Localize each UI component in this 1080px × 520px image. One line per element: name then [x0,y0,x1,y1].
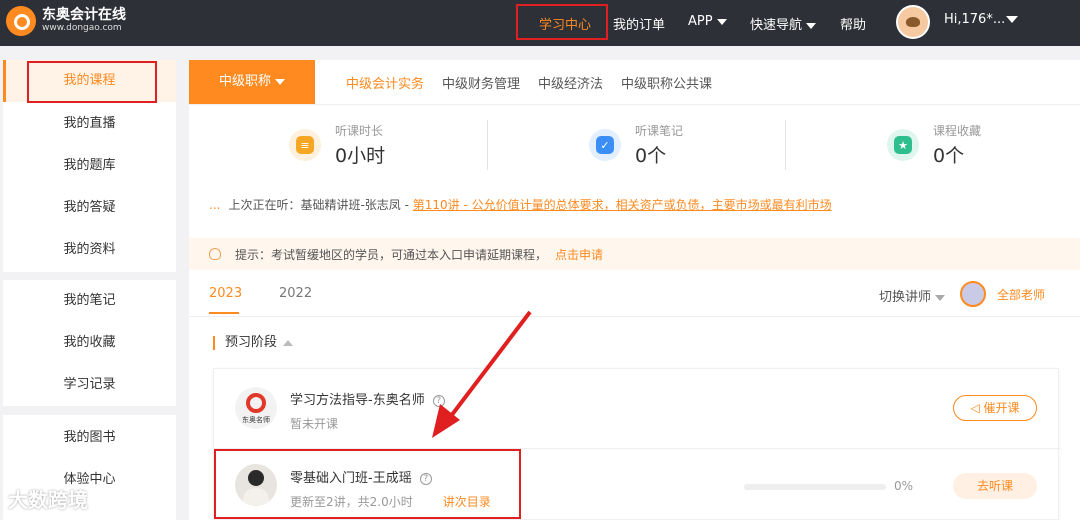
sidebar-item-my-favorites[interactable]: 我的收藏 [3,322,176,364]
course-logo: 东奥名师 [235,387,277,429]
brand-logo[interactable]: 东奥会计在线 www.dongao.com [6,6,126,36]
sidebar-item-my-live[interactable]: 我的直播 [3,103,176,145]
star-icon: ★ [894,136,912,154]
clock-icon: ≡ [296,136,314,154]
watermark-text: 大数跨境 [8,488,88,512]
apply-link[interactable]: 点击申请 [555,246,603,263]
nav-help[interactable]: 帮助 [840,14,866,33]
sidebar-group-2: 我的笔记 我的收藏 学习记录 [3,280,176,406]
switch-teacher-dropdown[interactable]: 切换讲师 [879,286,946,305]
highlight-box [516,4,608,40]
user-name[interactable]: Hi,176*... [944,12,1005,27]
nav-app[interactable]: APP [688,14,727,29]
subject-tabs: 中级会计实务 中级财务管理 中级经济法 中级职称公共课 [346,60,730,104]
top-navbar: 东奥会计在线 www.dongao.com 学习中心 我的订单 APP 快速导航… [0,0,1080,46]
sidebar-item-my-questions[interactable]: 我的题库 [3,145,176,187]
chevron-up-icon [283,339,294,346]
last-lesson-link[interactable]: 第110讲 - 公允价值计量的总体要求，相关资产或负债，主要市场或最有利市场 [413,198,832,212]
sidebar-item-my-materials[interactable]: 我的资料 [3,229,176,271]
go-listen-button[interactable]: 去听课 [953,473,1037,499]
dots-icon: ... [209,198,221,212]
course-status: 暂未开课 [290,417,339,431]
remind-open-button[interactable]: ◁ 催开课 [953,395,1037,421]
tab-financial-management[interactable]: 中级财务管理 [442,73,520,92]
nav-quick-nav[interactable]: 快速导航 [750,14,817,33]
chevron-down-icon [806,22,817,29]
nav-my-orders[interactable]: 我的订单 [613,14,665,33]
stage-heading[interactable]: 预习阶段 [213,336,294,350]
brand-name: 东奥会计在线 [42,7,126,24]
highlight-box [214,449,521,519]
sidebar-item-my-books[interactable]: 我的图书 [3,417,176,459]
chevron-down-icon[interactable] [1006,16,1018,23]
question-icon[interactable]: ? [432,394,445,407]
chevron-down-icon [716,18,727,25]
year-tab-2022[interactable]: 2022 [279,286,312,301]
stat-favorites: ★ 课程收藏 0个 [887,122,981,168]
all-teachers-button[interactable]: 全部老师 [997,286,1045,303]
user-avatar[interactable] [896,5,930,39]
stat-listen-time: ≡ 听课时长 0小时 [289,122,385,168]
progress-percent: 0% [894,479,914,493]
brand-url: www.dongao.com [42,22,122,33]
category-dropdown[interactable]: 中级职称 [189,60,315,104]
last-watching: ... 上次正在听：基础精讲班-张志凤 - 第110讲 - 公允价值计量的总体要求… [209,198,832,212]
sidebar-item-study-records[interactable]: 学习记录 [3,364,176,406]
teacher-avatar[interactable] [960,281,986,307]
year-tab-2023[interactable]: 2023 [209,286,242,301]
stat-notes: ✓ 听课笔记 0个 [589,122,683,168]
progress-bar [744,484,886,490]
tab-accounting-practice[interactable]: 中级会计实务 [346,73,424,92]
tab-economic-law[interactable]: 中级经济法 [538,73,603,92]
notice-bar: 提示：考试暂缓地区的学员，可通过本入口申请延期课程， 点击申请 [189,238,1080,270]
tab-public-course[interactable]: 中级职称公共课 [621,73,712,92]
sidebar-item-my-notes[interactable]: 我的笔记 [3,280,176,322]
logo-icon [6,6,36,36]
lightbulb-icon [209,248,221,260]
chevron-down-icon [935,294,946,301]
sidebar-item-my-answers[interactable]: 我的答疑 [3,187,176,229]
highlight-box [27,61,157,103]
course-title[interactable]: 学习方法指导-东奥名师? [290,389,445,408]
note-icon: ✓ [596,136,614,154]
megaphone-icon: ◁ [970,401,984,415]
chevron-down-icon [275,78,285,85]
logo-icon [246,393,266,413]
